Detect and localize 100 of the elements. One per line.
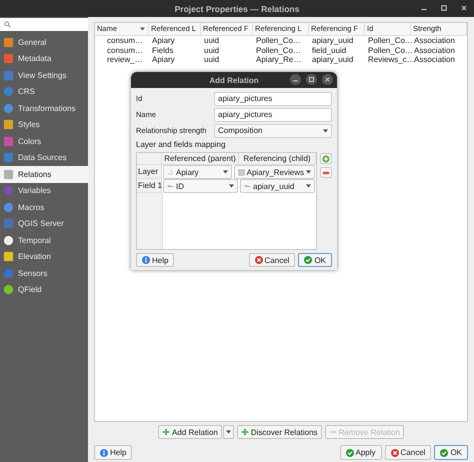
sidebar-item[interactable]: Transformations <box>0 100 88 116</box>
square-icon <box>3 218 14 230</box>
table-cell-text: uuid <box>203 55 220 64</box>
caret-icon <box>226 430 231 434</box>
caret-icon <box>229 184 234 188</box>
table-cell-text: Pollen_Co… <box>255 46 302 55</box>
sidebar-item[interactable]: Metadata <box>0 50 88 67</box>
table-cell-text: field_uuid <box>311 46 348 55</box>
plus-icon <box>240 428 249 436</box>
sidebar-item[interactable]: View Settings <box>0 67 88 84</box>
table-corner <box>137 153 162 165</box>
sidebar-item[interactable]: Variables <box>0 182 88 199</box>
dialog-button[interactable]: Help <box>136 253 174 267</box>
search-icon <box>4 21 11 28</box>
sort-icon <box>140 27 145 31</box>
remove-field-button[interactable] <box>320 167 332 178</box>
mapping-dropdown[interactable]: Apiary_Reviews <box>234 165 315 179</box>
square-icon <box>3 152 14 164</box>
mapping-dropdown[interactable]: Apiary <box>163 165 232 179</box>
sidebar-item[interactable]: Macros <box>0 199 88 216</box>
sidebar-item[interactable]: Data Sources <box>0 150 88 166</box>
sidebar-item[interactable]: General <box>0 34 88 50</box>
dropdown-button[interactable] <box>222 425 234 439</box>
dialog-button[interactable]: OK <box>434 445 468 460</box>
points-icon <box>167 168 174 176</box>
input-field[interactable]: apiary_pictures <box>214 108 332 122</box>
table-cell-text: Apiary_Re… <box>255 55 302 64</box>
sidebar-item[interactable]: Relations <box>0 166 88 182</box>
dialog-button[interactable]: Apply <box>340 445 382 460</box>
sidebar-item[interactable]: QField <box>0 282 88 298</box>
table-cell-text: Pollen_Co… <box>367 36 411 46</box>
table-cell-text: Apiary <box>151 55 176 64</box>
sidebar-item[interactable]: Colors <box>0 133 88 150</box>
square-icon <box>3 53 14 64</box>
minus-icon <box>328 428 337 436</box>
sidebar-item[interactable]: Styles <box>0 116 88 133</box>
minimize-icon[interactable] <box>290 74 301 85</box>
table-icon <box>238 168 245 176</box>
dialog-button[interactable]: Help <box>94 445 132 460</box>
circle-icon <box>3 102 14 114</box>
row-header-strip <box>137 193 163 249</box>
table-cell-text: uuid <box>203 36 220 46</box>
column-header: Referenced (parent) <box>162 153 239 165</box>
table-cell-text: apiary_uuid <box>311 55 354 64</box>
table-cell-text: review_… <box>106 55 144 64</box>
check-icon <box>304 256 312 264</box>
input-field[interactable]: apiary_pictures <box>214 92 332 106</box>
field-icon <box>167 182 174 190</box>
table-cell-text: Fields <box>151 46 174 55</box>
square-icon <box>3 168 14 180</box>
cancel-icon <box>254 256 263 264</box>
circle-icon <box>3 234 14 246</box>
check-icon <box>440 448 448 456</box>
sidebar-item[interactable]: QGIS Server <box>0 216 88 232</box>
circle-icon <box>3 284 14 296</box>
section-label: Layer and fields mapping <box>136 140 226 149</box>
add-field-button[interactable] <box>320 153 332 164</box>
relation-button[interactable]: Discover Relations <box>236 425 322 439</box>
table-cell-text: Association <box>413 36 456 46</box>
sidebar-item[interactable]: Sensors <box>0 265 88 282</box>
row-header: Field 1 <box>137 179 162 193</box>
table-cell-text: apiary_uuid <box>311 36 354 46</box>
dialog-title: Add Relation <box>209 76 259 84</box>
table-cell-text: Association <box>413 46 456 55</box>
table-cell-text: Reviews_c… <box>367 55 411 64</box>
search-field[interactable] <box>0 18 88 31</box>
close-icon[interactable] <box>322 74 333 85</box>
dialog-button[interactable]: Cancel <box>248 253 296 267</box>
dialog-button[interactable]: Cancel <box>384 445 432 460</box>
strength-dropdown[interactable]: Composition <box>214 124 332 138</box>
plus-icon <box>162 428 170 436</box>
sidebar-item[interactable]: Elevation <box>0 248 88 265</box>
dialog-button[interactable]: OK <box>298 253 332 267</box>
cancel-icon <box>390 448 399 456</box>
square-icon <box>3 136 14 147</box>
window-title: Project Properties — Relations <box>174 4 300 14</box>
maximize-icon[interactable] <box>306 74 317 85</box>
sidebar-item[interactable]: CRS <box>0 84 88 100</box>
caret-icon <box>323 128 328 132</box>
column-header: Referencing (child) <box>239 153 316 165</box>
caret-icon <box>306 170 311 174</box>
field-icon <box>244 182 251 190</box>
square-icon <box>3 251 14 262</box>
mapping-dropdown[interactable]: apiary_uuid <box>240 179 315 193</box>
relation-button[interactable]: Add Relation <box>158 425 222 439</box>
table-cell-text: Pollen_Co… <box>255 36 302 46</box>
row-header: Layer <box>137 165 162 179</box>
table-cell-text: uuid <box>203 46 220 55</box>
sidebar-item[interactable]: Temporal <box>0 232 88 248</box>
mapping-dropdown[interactable]: ID <box>163 179 238 193</box>
square-icon <box>3 70 14 81</box>
table-cell-text: consum… <box>106 36 144 46</box>
caret-icon <box>222 170 228 174</box>
circle-icon <box>3 268 14 279</box>
caret-icon <box>306 184 311 188</box>
circle-icon <box>3 86 14 98</box>
table-cell-text: Pollen_Co… <box>367 46 411 55</box>
table-cell-text: consum… <box>106 46 144 55</box>
circle-icon <box>3 202 14 213</box>
plus-icon <box>322 154 330 162</box>
